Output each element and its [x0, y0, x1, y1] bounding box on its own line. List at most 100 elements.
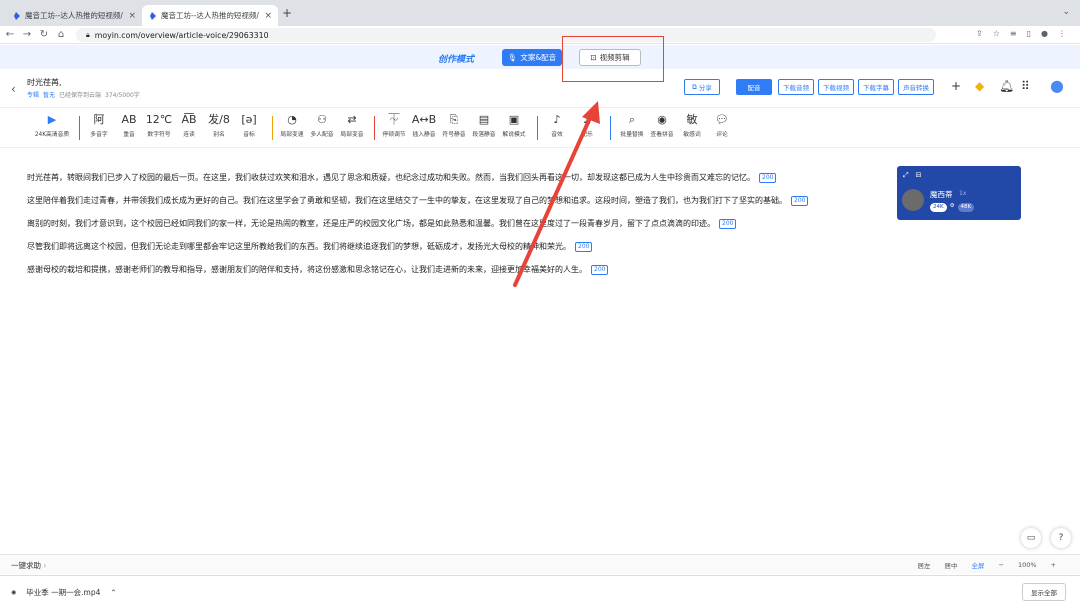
apps-grid-icon[interactable]: ⠿ — [1021, 79, 1030, 93]
tool-phonetic[interactable]: [ə] 音标 — [232, 112, 266, 138]
paragraph-text[interactable]: 时光荏苒，转眼间我们已步入了校园的最后一页。在这里，我们收获过欢笑和泪水，遇见了… — [27, 172, 755, 183]
tool-comment[interactable]: 💬︎ 评论 — [705, 112, 739, 138]
tool-paragraph-silence[interactable]: ▤ 段落静音 — [467, 112, 501, 138]
diamond-icon[interactable]: ◆ — [975, 79, 984, 93]
back-arrow-icon[interactable]: ‹ — [11, 82, 16, 96]
tool-liaison[interactable]: A͞B 连读 — [172, 112, 206, 138]
tool-label: 段落静音 — [472, 132, 496, 138]
tool-number-symbol[interactable]: 12℃ 数字符号 — [142, 112, 176, 138]
text-dub-button[interactable]: 🎙︎ 文案&配音 — [502, 49, 562, 66]
tool-pause[interactable]: ⏇ 停顿调节 — [377, 112, 411, 138]
quality-selector[interactable]: ▶ 24K高清音质 — [30, 112, 74, 138]
paragraph[interactable]: 这里陪伴着我们走过青春，并带领我们成长成为更好的自己。我们在这里学会了勇敢和坚韧… — [27, 189, 907, 212]
help-button[interactable]: 一键求助 › — [11, 560, 46, 571]
profile-icon[interactable]: ● — [1041, 29, 1048, 38]
minimize-icon[interactable]: ⊟ — [916, 171, 922, 180]
paragraph[interactable]: 尽管我们即将远离这个校园，但我们无论走到哪里都会牢记这里所教给我们的东西。我们将… — [27, 235, 907, 258]
tool-polyphone[interactable]: 阿多音字 — [82, 112, 116, 138]
align-left-button[interactable]: 居左 — [918, 560, 931, 570]
url-field[interactable]: 🔒︎ moyin.com/overview/article-voice/2906… — [76, 28, 936, 42]
reload-icon[interactable]: ↻ — [37, 29, 51, 40]
tool-insert-silence[interactable]: A↔B 插入静音 — [407, 112, 441, 138]
fullscreen-button[interactable]: 全屏 — [972, 560, 985, 570]
expand-icon[interactable]: ⤢ — [903, 171, 909, 180]
new-tab-icon[interactable]: + — [282, 6, 292, 20]
share-icon[interactable]: ⇪ — [976, 29, 983, 38]
quality-tag: 48K — [957, 203, 975, 212]
tool-sound-effect[interactable]: ♪ 音效 — [540, 112, 574, 138]
more-icon[interactable]: ⋮ — [1058, 29, 1066, 38]
help-float-icon[interactable]: ? — [1051, 528, 1071, 548]
browser-tab[interactable]: 魔音工坊--达人热推的短视频/有 × — [6, 5, 142, 26]
tool-label: 数字符号 — [147, 132, 171, 138]
divider — [610, 116, 611, 140]
voice-convert-button[interactable]: 声音转换 — [898, 79, 934, 95]
avatar[interactable]: ● — [1050, 76, 1064, 95]
document-title[interactable]: 时光荏苒, — [27, 77, 62, 88]
tool-music[interactable]: ♫ 配乐 — [570, 112, 604, 138]
tool-stress[interactable]: AB 重音 — [112, 112, 146, 138]
download-video-button[interactable]: 下载视频 — [818, 79, 854, 95]
tool-local-voice[interactable]: ⇄ 局部变音 — [335, 112, 369, 138]
paragraph-text[interactable]: 感谢母校的栽培和提携，感谢老师们的教导和指导，感谢朋友们的陪伴和支持，将这份感激… — [27, 264, 587, 275]
voice-settings-icon[interactable]: ⚙ — [950, 203, 955, 212]
paragraph-text[interactable]: 离别的时刻，我们才意识到，这个校园已经如同我们的家一样，无论是热闹的教室，还是庄… — [27, 218, 715, 229]
bell-icon[interactable]: 🔔︎ — [999, 79, 1014, 93]
album-value[interactable]: 暂无 — [43, 90, 55, 99]
tool-view-pinyin[interactable]: ◉ 查看拼音 — [645, 112, 679, 138]
speed-badge[interactable]: 200 — [575, 241, 593, 252]
speed-badge[interactable]: 200 — [759, 172, 777, 183]
tool-local-speed[interactable]: ◔ 局部变速 — [275, 112, 309, 138]
tool-batch-replace[interactable]: ⌕ 批量替换 — [615, 112, 649, 138]
paragraph[interactable]: 感谢母校的栽培和提携，感谢老师们的教导和指导，感谢朋友们的陪伴和支持，将这份感激… — [27, 258, 907, 281]
file-icon: ◉ — [11, 589, 17, 596]
zoom-out-icon[interactable]: − — [999, 561, 1004, 569]
download-item[interactable]: ◉ 毕业季 一期一会.mp4 ⌃ — [11, 587, 117, 598]
tool-symbol-silence[interactable]: ⎘ 符号静音 — [437, 112, 471, 138]
show-all-button[interactable]: 显示全部 — [1022, 583, 1066, 601]
plus-icon[interactable]: + — [951, 79, 961, 93]
forward-icon[interactable]: → — [20, 29, 34, 40]
tool-alias[interactable]: 发/8 别名 — [202, 112, 236, 138]
subtitle-float-icon[interactable]: ▭ — [1021, 528, 1041, 548]
back-icon[interactable]: ← — [3, 29, 17, 40]
sound-effect-icon: ♪ — [553, 113, 561, 126]
tool-label: 局部变速 — [280, 132, 304, 138]
voice-name: 魔西蒂 — [930, 190, 953, 199]
share-icon: ⧉ — [692, 82, 699, 91]
paragraph-text[interactable]: 这里陪伴着我们走过青春，并带领我们成长成为更好的自己。我们在这里学会了勇敢和坚韧… — [27, 195, 787, 206]
voice-card[interactable]: ⤢ ⊟ 魔西蒂 1x 24K ⚙ 48K — [897, 166, 1021, 220]
play-circle-icon: ▶ — [47, 113, 57, 126]
paragraph[interactable]: 时光荏苒，转眼间我们已步入了校园的最后一页。在这里，我们收获过欢笑和泪水，遇见了… — [27, 166, 907, 189]
browser-tab-active[interactable]: 魔音工坊--达人热推的短视频/有 × — [142, 5, 278, 26]
sidebar-icon[interactable]: ▯ — [1027, 29, 1031, 38]
tool-narration-mode[interactable]: ▣ 解说模式 — [497, 112, 531, 138]
star-icon[interactable]: ☆ — [993, 29, 1000, 38]
tool-multi-voice[interactable]: ⚇ 多人配音 — [305, 112, 339, 138]
insert-silence-icon: A↔B — [411, 113, 437, 126]
download-audio-button[interactable]: 下载音频 — [778, 79, 814, 95]
help-label: 一键求助 — [11, 561, 41, 570]
align-center-button[interactable]: 居中 — [945, 560, 958, 570]
zoom-in-icon[interactable]: + — [1051, 561, 1056, 569]
share-button[interactable]: ⧉ 分享 — [684, 79, 720, 95]
reading-list-icon[interactable]: ≡ — [1010, 29, 1017, 38]
narration-icon: ▣ — [508, 113, 520, 126]
zoom-level: 100% — [1017, 561, 1037, 569]
chevron-down-icon[interactable]: ⌄ — [1062, 7, 1070, 17]
paragraph-text[interactable]: 尽管我们即将远离这个校园，但我们无论走到哪里都会牢记这里所教给我们的东西。我们将… — [27, 241, 571, 252]
speed-badge[interactable]: 200 — [791, 195, 809, 206]
album-tag[interactable]: 专辑 — [27, 90, 39, 99]
close-icon[interactable]: × — [128, 11, 136, 21]
close-icon[interactable]: × — [264, 11, 272, 21]
home-icon[interactable]: ⌂ — [54, 29, 68, 40]
dub-button[interactable]: 配音 — [736, 79, 772, 95]
download-subtitle-button[interactable]: 下载字幕 — [858, 79, 894, 95]
tool-sensitive-words[interactable]: 敏敏感词 — [675, 112, 709, 138]
chevron-up-icon[interactable]: ⌃ — [110, 588, 116, 597]
editor-content[interactable]: 时光荏苒，转眼间我们已步入了校园的最后一页。在这里，我们收获过欢笑和泪水，遇见了… — [27, 166, 907, 281]
divider — [79, 116, 80, 140]
speed-badge[interactable]: 200 — [591, 264, 609, 275]
speed-badge[interactable]: 200 — [719, 218, 737, 229]
paragraph[interactable]: 离别的时刻，我们才意识到，这个校园已经如同我们的家一样，无论是热闹的教室，还是庄… — [27, 212, 907, 235]
